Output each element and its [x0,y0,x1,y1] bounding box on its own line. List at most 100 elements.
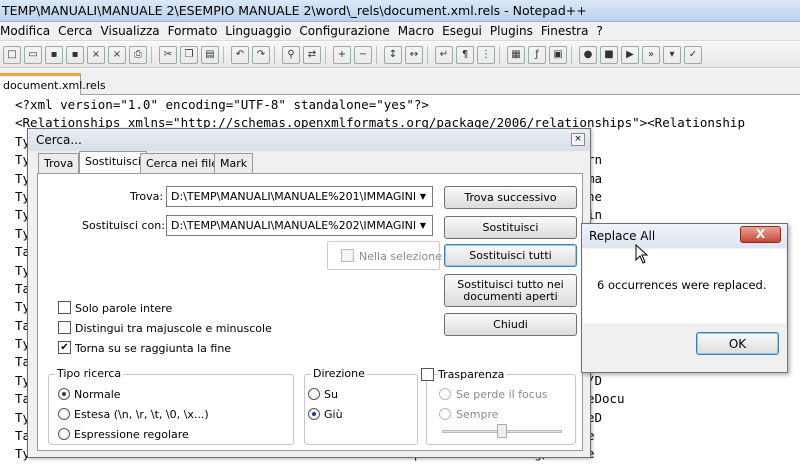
record-macro-icon[interactable]: ● [579,46,597,64]
replace-all-title-bar[interactable]: Replace All X [582,224,787,248]
direzione-group: Direzione [304,367,418,445]
radio-normale[interactable] [58,388,70,400]
tab-mark[interactable]: Mark [214,153,254,173]
cut-icon[interactable]: ✂ [159,46,177,64]
menu-linguaggio[interactable]: Linguaggio [221,22,295,38]
distingui-maiuscole-label: Distingui tra majuscole e minuscole [75,322,272,335]
editor-line: <?xml version="1.0" encoding="UTF-8" sta… [15,97,429,112]
play-macro-icon[interactable]: ▶ [621,46,639,64]
close-icon[interactable]: X [740,226,781,243]
sostituisci-button[interactable]: Sostituisci [444,216,577,239]
open-file-icon[interactable]: ▭ [24,46,42,64]
menu-plugins[interactable]: Plugins [486,22,537,38]
trova-combo[interactable]: D:\TEMP\MANUALI\MANUALE%201\IMMAGINI ▼ [166,186,433,207]
chevron-down-icon[interactable]: ▼ [416,187,430,206]
folder-workspace-icon[interactable]: ▣ [549,46,567,64]
save-all-icon[interactable]: ▪ [66,46,84,64]
menu-visualizza[interactable]: Visualizza [97,22,164,38]
function-list-icon[interactable]: ƒ [528,46,546,64]
radio-su[interactable] [308,388,320,400]
stop-macro-icon[interactable]: ■ [600,46,618,64]
nella-selezione-checkbox[interactable] [341,249,354,262]
trova-successivo-button[interactable]: Trova successivo [444,186,577,209]
menu-modifica[interactable]: Modifica [0,22,54,38]
sostituisci-tutto-nei-documenti-aperti-button[interactable]: Sostituisci tutto nei documenti aperti [444,274,577,307]
doc-map-icon[interactable]: ▦ [507,46,525,64]
sostituisci-combo[interactable]: D:\TEMP\MANUALI\MANUALE%202\IMMAGINI ▼ [166,215,433,236]
radio-se-perde-il-focus[interactable] [439,388,451,400]
save-macro-icon[interactable]: ▾ [663,46,681,64]
tab-trova[interactable]: Trova [38,153,80,173]
toolbar-separator [325,46,326,64]
tab-sostituisci[interactable]: Sostituisci [79,151,147,173]
torna-su-checkbox[interactable]: ✔ [58,341,71,354]
run-macro-multi-icon[interactable]: » [642,46,660,64]
sempre-label: Sempre [456,408,499,421]
menu-cerca[interactable]: Cerca [54,22,96,38]
radio-giu[interactable] [308,408,320,420]
tab-label: document.xml.rels [3,79,106,92]
save-icon[interactable]: ▪ [45,46,63,64]
replace-icon[interactable]: ⇄ [303,46,321,64]
zoom-in-icon[interactable]: + [333,46,351,64]
menu-finestra[interactable]: Finestra [537,22,593,38]
nella-selezione-label: Nella selezione [359,250,442,263]
solo-parole-intere-checkbox[interactable] [58,301,71,314]
trova-value: D:\TEMP\MANUALI\MANUALE%201\IMMAGINI [171,190,417,203]
undo-icon[interactable]: ↶ [231,46,249,64]
chevron-down-icon[interactable]: ▼ [416,216,430,235]
radio-estesa[interactable] [58,408,70,420]
spellcheck-icon[interactable]: ✓ [684,46,702,64]
find-dialog-title: Cerca... [36,133,82,147]
sostituisci-value: D:\TEMP\MANUALI\MANUALE%202\IMMAGINI [171,219,417,232]
close-icon[interactable]: × [571,133,585,146]
checkmark-icon: ✔ [60,342,69,353]
trasparenza-slider-thumb[interactable] [497,424,507,438]
notepadpp-window: TEMP\MANUALI\MANUALE 2\ESEMPIO MANUALE 2… [0,0,800,466]
sync-h-icon[interactable]: ↔ [405,46,423,64]
toolbar-separator [274,46,275,64]
tab-bar: document.xml.rels [0,69,800,95]
tab-cerca-nei-file[interactable]: Cerca nei file [140,153,225,173]
indent-guide-icon[interactable]: ⋮ [477,46,495,64]
menu-esegui[interactable]: Esegui [438,22,486,38]
menu-help[interactable]: ? [592,22,606,38]
sync-v-icon[interactable]: ↕ [384,46,402,64]
toolbar-separator [151,46,152,64]
solo-parole-intere-label: Solo parole intere [75,302,173,315]
close-file-icon[interactable]: × [87,46,105,64]
ok-button[interactable]: OK [696,332,779,355]
estesa-label: Estesa (\n, \r, \t, \0, \x...) [74,408,209,421]
direzione-title: Direzione [311,367,367,380]
sostituisci-tutti-button[interactable]: Sostituisci tutti [444,244,577,267]
copy-icon[interactable]: ❐ [180,46,198,64]
trasparenza-checkbox[interactable] [421,368,434,381]
tab-document-xml-rels[interactable]: document.xml.rels [0,73,106,95]
menu-formato[interactable]: Formato [164,22,222,38]
title-bar[interactable]: TEMP\MANUALI\MANUALE 2\ESEMPIO MANUALE 2… [0,0,800,22]
chiudi-button[interactable]: Chiudi [444,313,577,336]
toolbar-separator [376,46,377,64]
word-wrap-icon[interactable]: ↵ [435,46,453,64]
radio-sempre[interactable] [439,408,451,420]
distingui-maiuscole-checkbox[interactable] [58,321,71,334]
toolbar: □ ▭ ▪ ▪ × × ⎙ ✂ ❐ ▤ ↶ ↷ ⚲ ⇄ + − ↕ ↔ ↵ ¶ ⋮ ▦ ƒ ▣ ● ■ ▶» ▾ ✓ [0,42,800,68]
show-all-chars-icon[interactable]: ¶ [456,46,474,64]
toolbar-separator [499,46,500,64]
sostituisci-panel: Trova: D:\TEMP\MANUALI\MANUALE%201\IMMAG… [37,173,583,451]
menu-configurazione[interactable]: Configurazione [295,22,393,38]
menu-macro[interactable]: Macro [394,22,438,38]
find-dialog-title-bar[interactable]: Cerca... × [28,129,590,151]
replace-all-messagebox: Replace All X 6 occurrences were replace… [581,223,788,373]
find-replace-dialog: Cerca... × Trova Sostituisci Cerca nei f… [27,128,591,458]
radio-espressione-regolare[interactable] [58,428,70,440]
find-icon[interactable]: ⚲ [282,46,300,64]
toolbar-separator [223,46,224,64]
close-all-icon[interactable]: × [108,46,126,64]
paste-icon[interactable]: ▤ [201,46,219,64]
print-icon[interactable]: ⎙ [129,46,147,64]
zoom-out-icon[interactable]: − [354,46,372,64]
new-file-icon[interactable]: □ [3,46,21,64]
normale-label: Normale [74,388,121,401]
redo-icon[interactable]: ↷ [252,46,270,64]
